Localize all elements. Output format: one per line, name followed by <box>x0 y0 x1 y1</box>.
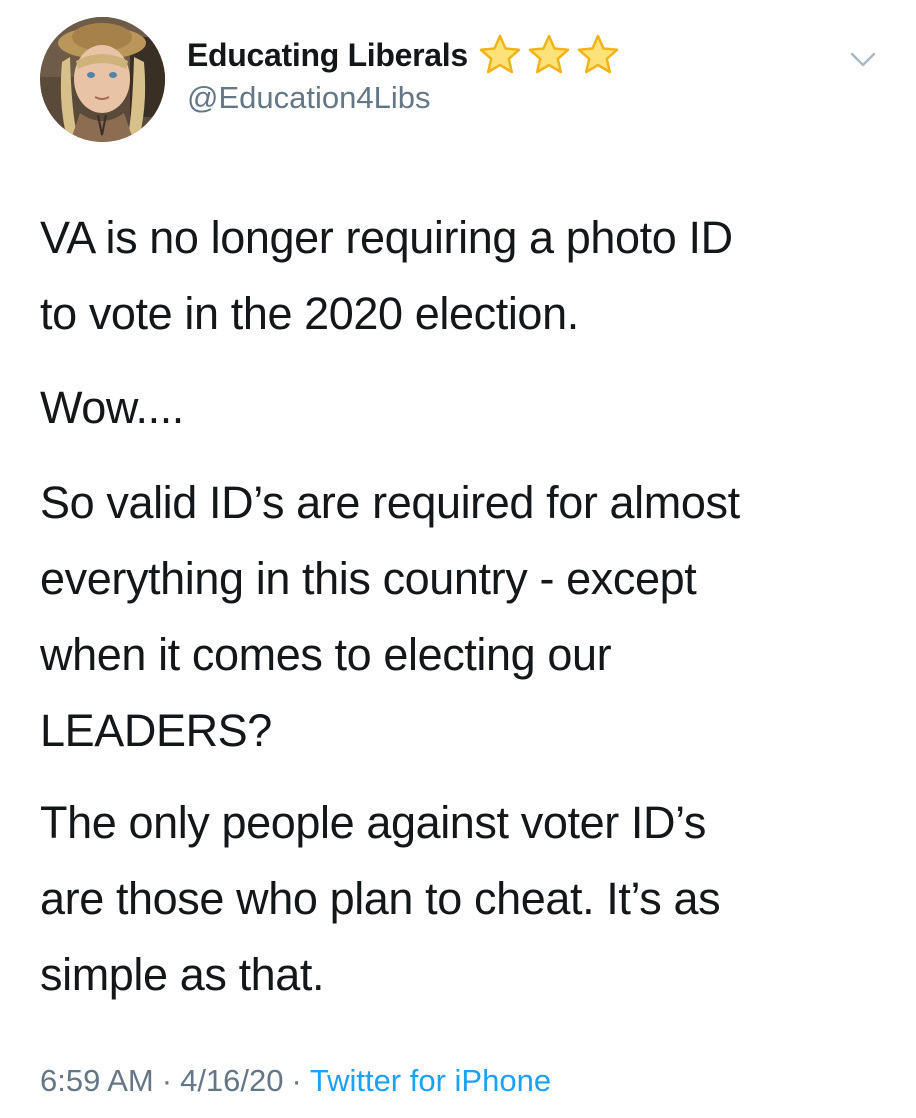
tweet-line: The only people against voter ID’s <box>40 797 706 848</box>
author-handle[interactable]: @Education4Libs <box>187 80 430 116</box>
avatar[interactable] <box>40 17 165 142</box>
meta-separator: · <box>291 1063 302 1098</box>
star-emoji-icons <box>476 33 622 77</box>
star-icon-group <box>479 34 619 74</box>
star-icon <box>577 34 619 74</box>
tweet-line: LEADERS? <box>40 705 272 756</box>
star-icon <box>479 34 521 74</box>
tweet-line: simple as that. <box>40 949 325 1000</box>
tweet-line: when it comes to electing our <box>40 629 612 680</box>
avatar-image <box>40 17 165 142</box>
tweet-source-link[interactable]: Twitter for iPhone <box>310 1063 551 1099</box>
tweet-line: to vote in the 2020 election. <box>40 288 579 339</box>
tweet-card: Educating Liberals @Education4Libs VA is… <box>0 0 916 1118</box>
tweet-menu-button[interactable] <box>846 44 880 74</box>
star-icon <box>528 34 570 74</box>
tweet-paragraph: The only people against voter ID’s are t… <box>40 785 721 1013</box>
tweet-paragraph: Wow.... <box>40 370 184 446</box>
tweet-line: Wow.... <box>40 382 184 433</box>
author-name-row: Educating Liberals <box>187 34 622 76</box>
tweet-line: everything in this country - except <box>40 553 697 604</box>
tweet-time[interactable]: 6:59 AM <box>40 1063 154 1099</box>
author-display-name[interactable]: Educating Liberals <box>187 37 468 74</box>
meta-separator: · <box>161 1063 173 1098</box>
tweet-meta: 6:59 AM · 4/16/20 · Twitter for iPhone <box>40 1063 551 1099</box>
tweet-date[interactable]: 4/16/20 <box>180 1063 283 1099</box>
tweet-line: are those who plan to cheat. It’s as <box>40 873 721 924</box>
chevron-down-icon <box>850 52 876 67</box>
tweet-paragraph: VA is no longer requiring a photo ID to … <box>40 200 733 352</box>
tweet-paragraph: So valid ID’s are required for almost ev… <box>40 465 740 769</box>
tweet-line: So valid ID’s are required for almost <box>40 477 740 528</box>
tweet-line: VA is no longer requiring a photo ID <box>40 212 733 263</box>
